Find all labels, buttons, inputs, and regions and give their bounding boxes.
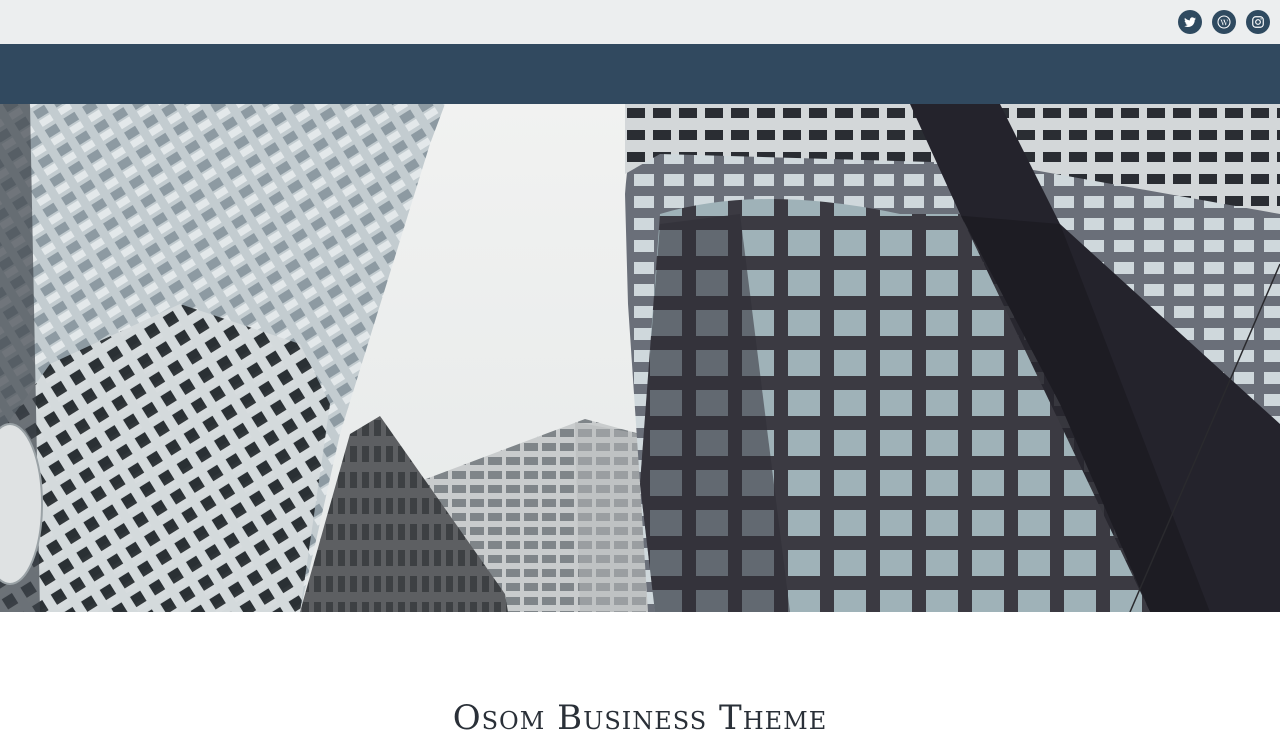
hero-image bbox=[0, 104, 1280, 612]
top-bar bbox=[0, 0, 1280, 44]
page-title: Osom Business Theme bbox=[452, 698, 828, 738]
main-navigation-bar bbox=[0, 44, 1280, 104]
wordpress-icon bbox=[1217, 15, 1231, 29]
instagram-link[interactable] bbox=[1246, 10, 1270, 34]
city-skyscrapers-photo bbox=[0, 104, 1280, 612]
wordpress-link[interactable] bbox=[1212, 10, 1236, 34]
content-section: Osom Business Theme bbox=[0, 612, 1280, 738]
twitter-icon bbox=[1184, 17, 1196, 28]
social-links bbox=[1178, 10, 1270, 34]
twitter-link[interactable] bbox=[1178, 10, 1202, 34]
instagram-icon bbox=[1252, 16, 1264, 28]
